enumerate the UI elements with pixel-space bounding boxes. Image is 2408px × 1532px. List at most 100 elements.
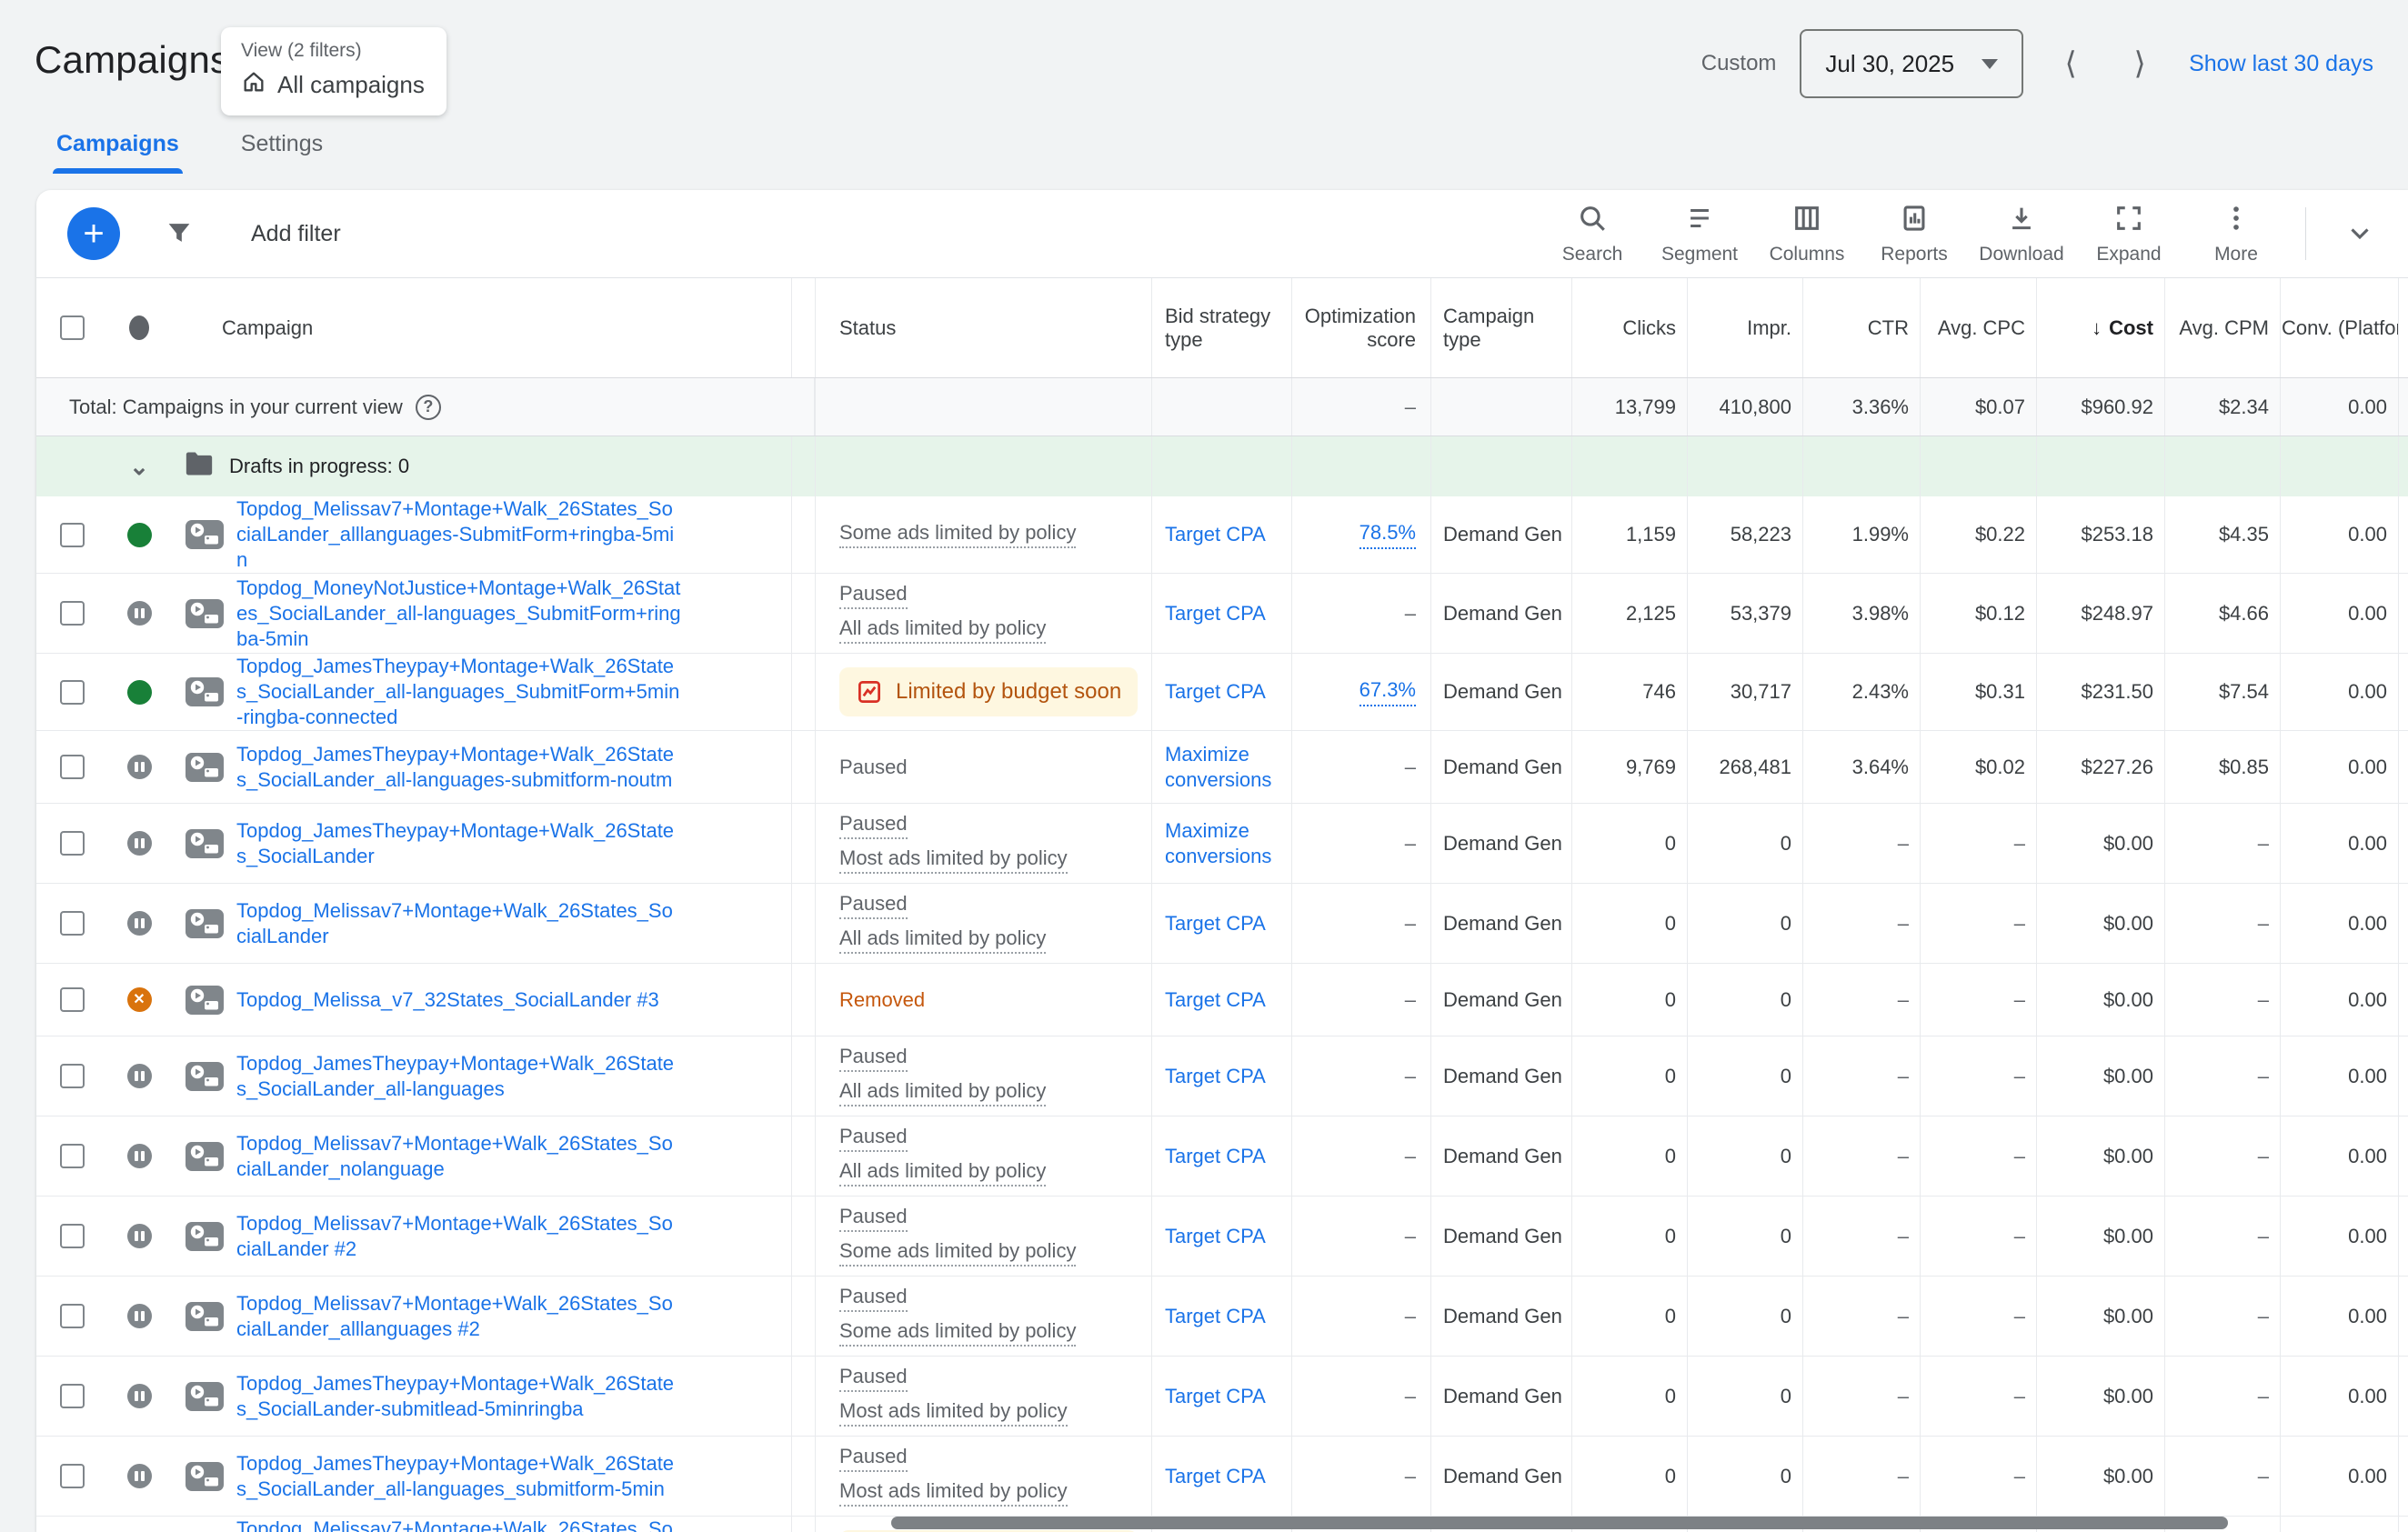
previous-date-range-button[interactable]: ⟨	[2036, 29, 2105, 98]
segment-button[interactable]: Segment	[1652, 203, 1747, 265]
campaign-state-icon[interactable]	[126, 1304, 152, 1328]
row-checkbox[interactable]	[59, 1384, 85, 1408]
row-checkbox[interactable]	[59, 1304, 85, 1328]
campaign-state-icon[interactable]	[126, 1064, 152, 1088]
bid-strategy-link[interactable]: Target CPA	[1165, 679, 1266, 705]
add-filter-button[interactable]: Add filter	[251, 221, 341, 247]
column-header-cost[interactable]: ↓ Cost	[2036, 278, 2164, 377]
drafts-row[interactable]: ⌄ Drafts in progress: 0	[36, 436, 2408, 496]
campaign-name-link[interactable]: Topdog_JamesTheypay+Montage+Walk_26State…	[236, 1051, 682, 1102]
column-header-optimization-score[interactable]: Optimization score	[1291, 278, 1430, 377]
bid-strategy-link[interactable]: Maximize conversions	[1165, 818, 1285, 869]
campaign-name-link[interactable]: Topdog_JamesTheypay+Montage+Walk_26State…	[236, 1451, 682, 1502]
status-text[interactable]: Paused	[839, 583, 908, 609]
campaign-name-link[interactable]: Topdog_Melissav7+Montage+Walk_26States_S…	[236, 898, 682, 949]
more-button[interactable]: More	[2189, 203, 2283, 265]
row-checkbox[interactable]	[59, 1144, 85, 1168]
campaign-state-icon[interactable]	[126, 601, 152, 626]
row-checkbox[interactable]	[59, 987, 85, 1012]
status-text[interactable]: Some ads limited by policy	[839, 1240, 1077, 1267]
column-header-cost-platform[interactable]: Cost (Platform Comparable)	[2398, 278, 2408, 377]
campaign-name-link[interactable]: Topdog_Melissav7+Montage+Walk_26States_S…	[236, 1211, 682, 1262]
optimization-score-link[interactable]: 67.3%	[1359, 678, 1416, 706]
status-text[interactable]: Paused	[839, 1446, 908, 1472]
column-header-campaign-type[interactable]: Campaign type	[1430, 278, 1571, 377]
row-checkbox[interactable]	[59, 522, 85, 547]
select-all-checkbox[interactable]	[59, 315, 85, 340]
campaign-state-icon[interactable]	[126, 679, 152, 705]
status-text[interactable]: Paused	[839, 1286, 908, 1312]
bid-strategy-link[interactable]: Target CPA	[1165, 1464, 1266, 1489]
campaign-name-link[interactable]: Topdog_JamesTheypay+Montage+Walk_26State…	[236, 742, 682, 793]
status-text[interactable]: Some ads limited by policy	[839, 1320, 1077, 1347]
collapse-toolbar-button[interactable]	[2328, 217, 2392, 251]
next-date-range-button[interactable]: ⟩	[2105, 29, 2174, 98]
status-text[interactable]: All ads limited by policy	[839, 1080, 1047, 1106]
tab-campaigns[interactable]: Campaigns	[53, 131, 183, 174]
tab-settings[interactable]: Settings	[241, 131, 323, 174]
column-header-avg-cpm[interactable]: Avg. CPM	[2164, 278, 2280, 377]
row-checkbox[interactable]	[59, 911, 85, 936]
bid-strategy-link[interactable]: Target CPA	[1165, 987, 1266, 1013]
download-button[interactable]: Download	[1974, 203, 2069, 265]
status-text[interactable]: Paused	[839, 1046, 908, 1072]
campaign-name-link[interactable]: Topdog_Melissav7+Montage+Walk_26States_S…	[236, 1131, 682, 1182]
status-text[interactable]: Some ads limited by policy	[839, 521, 1077, 548]
status-text[interactable]: Most ads limited by policy	[839, 1480, 1068, 1507]
bid-strategy-link[interactable]: Target CPA	[1165, 1224, 1266, 1249]
campaign-state-icon[interactable]	[126, 522, 152, 547]
row-checkbox[interactable]	[59, 755, 85, 779]
date-picker-button[interactable]: Jul 30, 2025	[1800, 29, 2024, 98]
horizontal-scrollbar-thumb[interactable]	[891, 1517, 2228, 1529]
campaign-state-icon[interactable]	[126, 987, 152, 1012]
show-last-30-days-link[interactable]: Show last 30 days	[2189, 51, 2373, 77]
campaign-state-icon[interactable]	[126, 1464, 152, 1488]
status-text[interactable]: Paused	[839, 813, 908, 839]
column-header-bid-strategy[interactable]: Bid strategy type	[1151, 278, 1291, 377]
status-text[interactable]: All ads limited by policy	[839, 927, 1047, 954]
status-text[interactable]: Paused	[839, 1126, 908, 1152]
column-header-clicks[interactable]: Clicks	[1571, 278, 1687, 377]
status-text[interactable]: Paused	[839, 1206, 908, 1232]
bid-strategy-link[interactable]: Target CPA	[1165, 1064, 1266, 1089]
status-text[interactable]: Most ads limited by policy	[839, 1400, 1068, 1427]
row-checkbox[interactable]	[59, 1224, 85, 1248]
limited-by-budget-badge[interactable]: Limited by budget soon	[839, 667, 1139, 716]
bid-strategy-link[interactable]: Target CPA	[1165, 601, 1266, 626]
bid-strategy-link[interactable]: Target CPA	[1165, 1304, 1266, 1329]
view-filter-chip[interactable]: View (2 filters) All campaigns	[221, 27, 446, 115]
status-text[interactable]: Paused	[839, 1366, 908, 1392]
help-icon[interactable]: ?	[415, 394, 441, 420]
status-text[interactable]: Most ads limited by policy	[839, 847, 1068, 874]
search-button[interactable]: Search	[1545, 203, 1640, 265]
column-header-campaign[interactable]: Campaign	[171, 278, 791, 377]
add-campaign-button[interactable]: +	[67, 207, 120, 260]
campaign-name-link[interactable]: Topdog_Melissav7+Montage+Walk_26States_S…	[236, 1517, 682, 1532]
bid-strategy-link[interactable]: Target CPA	[1165, 911, 1266, 936]
campaign-name-link[interactable]: Topdog_JamesTheypay+Montage+Walk_26State…	[236, 818, 682, 869]
campaign-state-icon[interactable]	[126, 1224, 152, 1248]
campaign-name-link[interactable]: Topdog_JamesTheypay+Montage+Walk_26State…	[236, 654, 682, 730]
status-text[interactable]: All ads limited by policy	[839, 1160, 1047, 1187]
status-text[interactable]: All ads limited by policy	[839, 617, 1047, 644]
column-header-impr[interactable]: Impr.	[1687, 278, 1802, 377]
campaign-name-link[interactable]: Topdog_Melissa_v7_32States_SocialLander …	[236, 987, 659, 1013]
filter-icon[interactable]	[164, 217, 195, 251]
bid-strategy-link[interactable]: Target CPA	[1165, 522, 1266, 547]
row-checkbox[interactable]	[59, 1464, 85, 1488]
row-checkbox[interactable]	[59, 1064, 85, 1088]
column-header-status[interactable]: Status	[815, 278, 1151, 377]
column-header-ctr[interactable]: CTR	[1802, 278, 1920, 377]
campaign-state-icon[interactable]	[126, 1384, 152, 1408]
bid-strategy-link[interactable]: Target CPA	[1165, 1384, 1266, 1409]
optimization-score-link[interactable]: 78.5%	[1359, 521, 1416, 549]
expand-drafts-chevron-icon[interactable]: ⌄	[129, 453, 149, 481]
column-header-avg-cpc[interactable]: Avg. CPC	[1920, 278, 2036, 377]
row-checkbox[interactable]	[59, 679, 85, 705]
reports-button[interactable]: Reports	[1867, 203, 1962, 265]
campaign-name-link[interactable]: Topdog_JamesTheypay+Montage+Walk_26State…	[236, 1371, 682, 1422]
row-checkbox[interactable]	[59, 831, 85, 856]
column-header-conv[interactable]: Conv. (Platform Comparable)	[2280, 278, 2398, 377]
row-checkbox[interactable]	[59, 601, 85, 626]
campaign-state-icon[interactable]	[126, 755, 152, 779]
